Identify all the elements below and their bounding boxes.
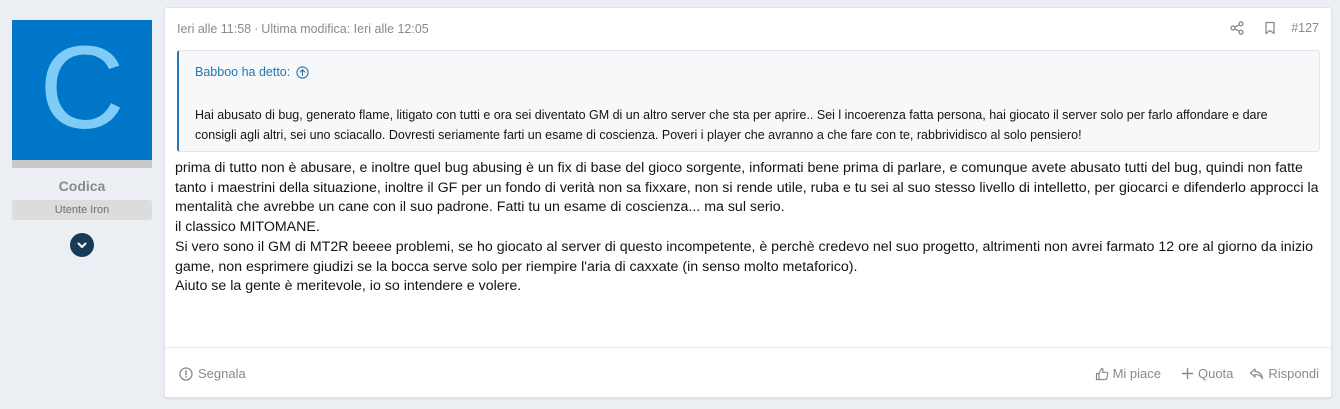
avatar[interactable]: C bbox=[12, 20, 152, 168]
message-paragraph: Si vero sono il GM di MT2R beeee problem… bbox=[175, 238, 1313, 275]
report-label: Segnala bbox=[198, 366, 246, 381]
thumbs-up-icon bbox=[1095, 367, 1108, 380]
quote-button[interactable]: Quota bbox=[1181, 366, 1233, 381]
post-header-actions: #127 bbox=[1230, 21, 1319, 35]
post-card: Ieri alle 11:58 · Ultima modifica: Ieri al… bbox=[164, 7, 1332, 398]
quote-block: Babboo ha detto: Hai abusato di bug, gen… bbox=[177, 50, 1320, 152]
like-button[interactable]: Mi piace bbox=[1095, 366, 1161, 381]
avatar-letter: C bbox=[39, 22, 125, 154]
user-title-badge: Utente Iron bbox=[12, 200, 152, 220]
message-paragraph: prima di tutto non è abusare, e inoltre … bbox=[175, 160, 1319, 216]
plus-icon bbox=[1181, 367, 1194, 380]
arrow-up-circle-icon bbox=[296, 65, 309, 79]
share-icon[interactable] bbox=[1230, 21, 1244, 35]
message-paragraph: il classico MITOMANE. bbox=[175, 219, 320, 236]
quote-author: Babboo ha detto: bbox=[195, 65, 291, 79]
post-meta: Ieri alle 11:58 · Ultima modifica: Ieri al… bbox=[177, 22, 429, 36]
expand-user-details-button[interactable] bbox=[70, 233, 94, 257]
quote-text: Hai abusato di bug, generato flame, liti… bbox=[195, 108, 1268, 142]
reply-icon bbox=[1250, 367, 1264, 379]
post-header: Ieri alle 11:58 · Ultima modifica: Ieri al… bbox=[177, 21, 1319, 38]
quote-author-link[interactable]: Babboo ha detto: bbox=[195, 65, 309, 79]
message-body: prima di tutto non è abusare, e inoltre … bbox=[175, 159, 1319, 297]
post-footer: Segnala Mi piace Quota Rispondi bbox=[165, 347, 1331, 400]
chevron-down-icon bbox=[77, 242, 87, 248]
reply-label: Rispondi bbox=[1268, 366, 1319, 381]
meta-separator: · bbox=[254, 22, 259, 36]
post-number-link[interactable]: #127 bbox=[1291, 21, 1319, 35]
alert-circle-icon bbox=[179, 366, 193, 381]
reply-button[interactable]: Rispondi bbox=[1249, 366, 1319, 381]
post-date[interactable]: Ieri alle 11:58 bbox=[177, 22, 251, 36]
user-info: C Codica Utente Iron bbox=[12, 20, 152, 257]
last-edit: Ultima modifica: Ieri alle 12:05 bbox=[261, 22, 429, 36]
like-label: Mi piace bbox=[1112, 366, 1161, 381]
quote-label: Quota bbox=[1197, 366, 1234, 381]
post-actions: Mi piace Quota Rispondi bbox=[1095, 366, 1319, 381]
bookmark-icon[interactable] bbox=[1263, 21, 1277, 35]
message-paragraph: Aiuto se la gente è meritevole, io so in… bbox=[175, 278, 522, 295]
username[interactable]: Codica bbox=[12, 178, 152, 194]
report-button[interactable]: Segnala bbox=[179, 366, 246, 381]
